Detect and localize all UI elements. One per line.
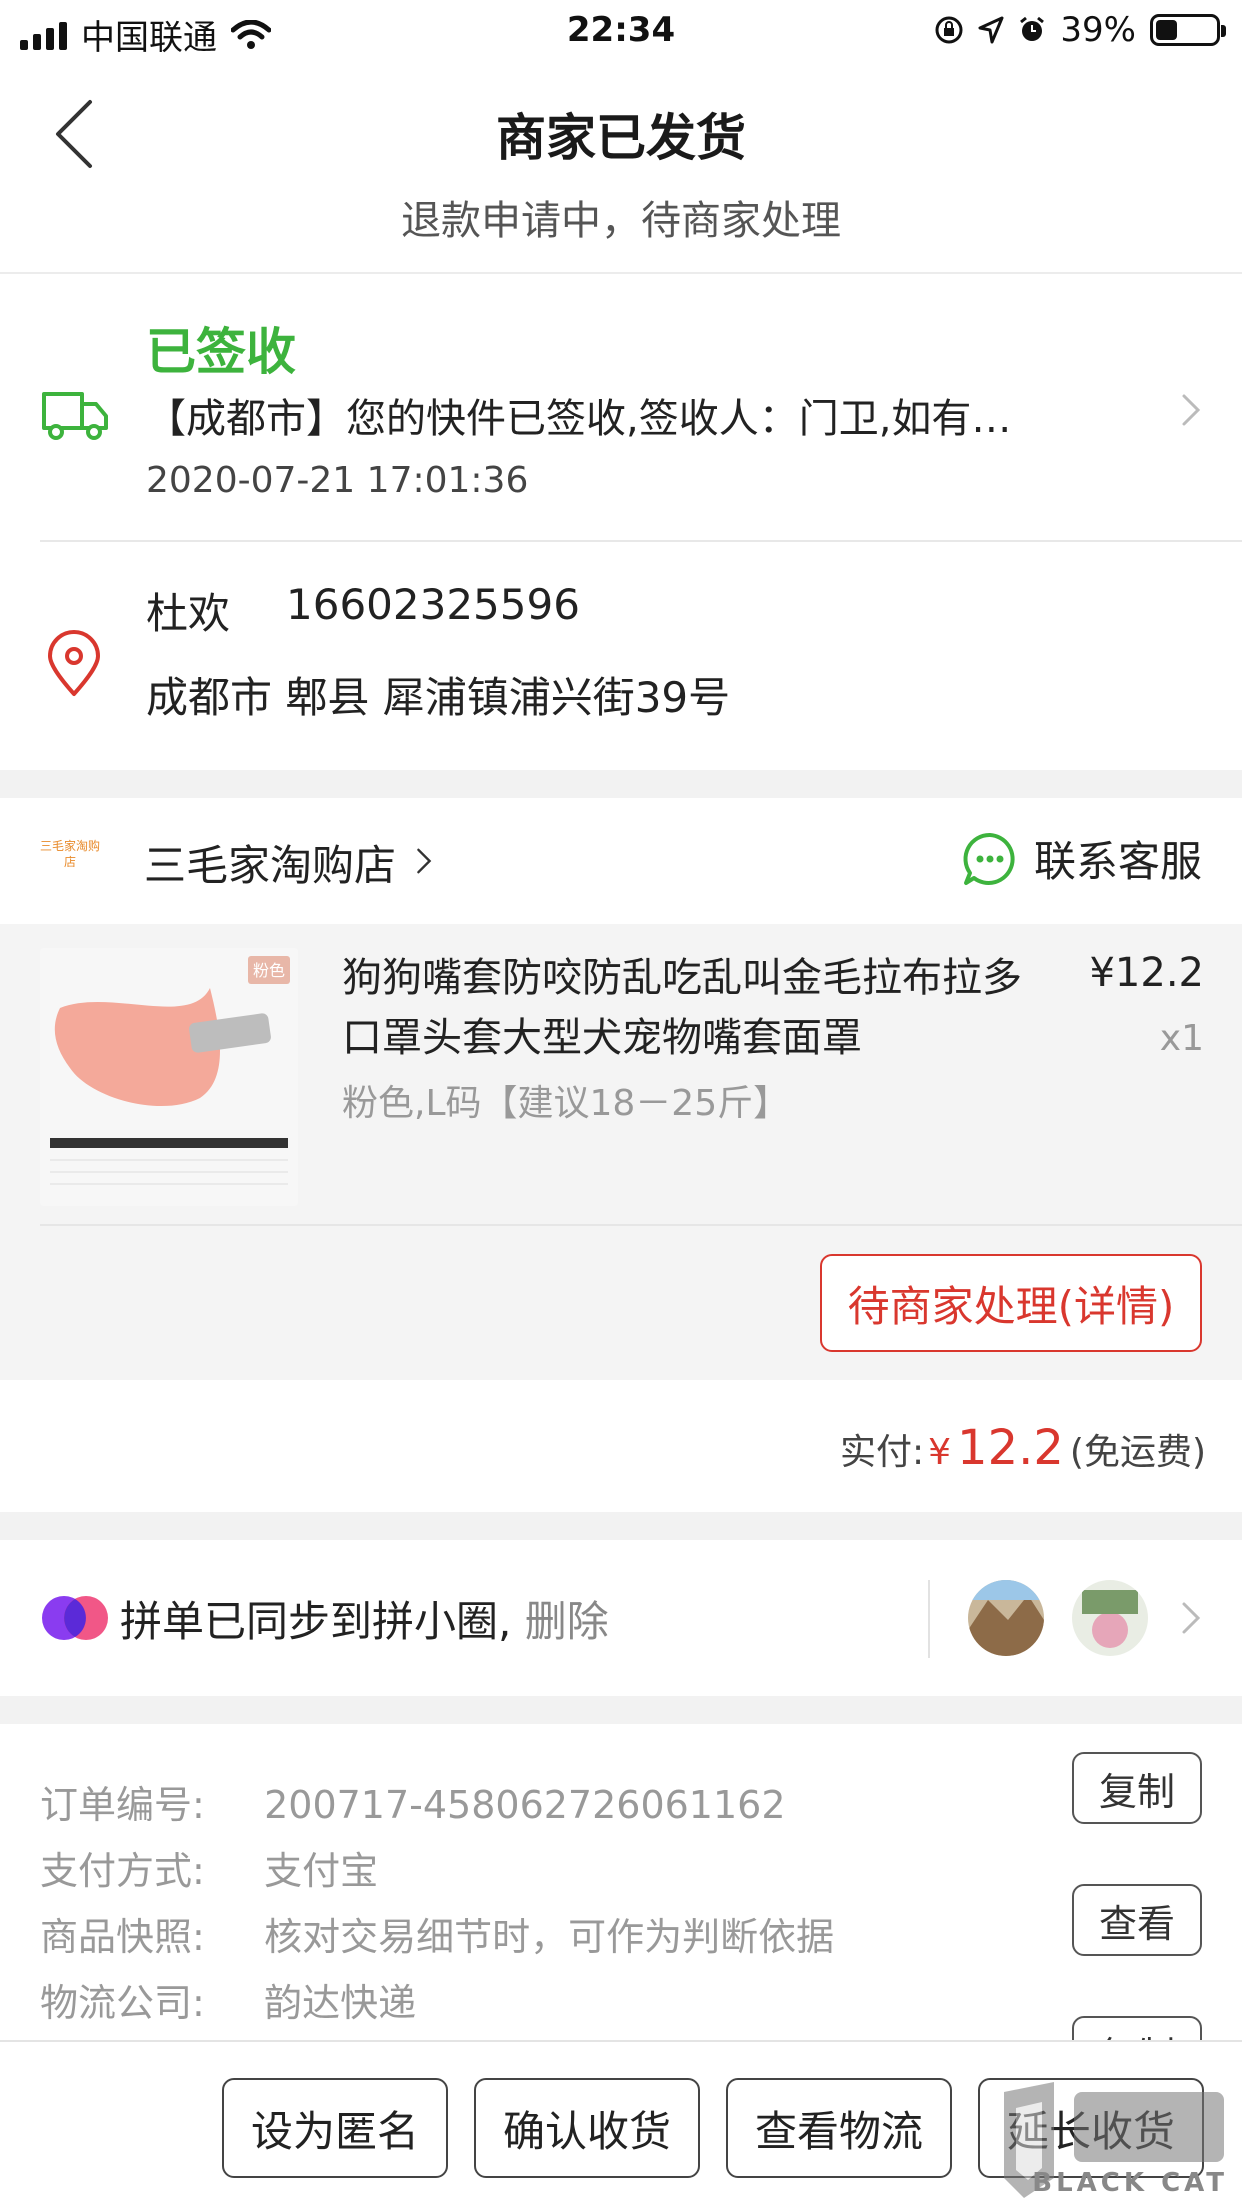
anonymous-button[interactable]: 设为匿名	[222, 2078, 448, 2178]
payment-row: 实付: ¥ 12.2 (免运费)	[840, 1420, 1206, 1476]
store-row: 三毛家淘购店 三毛家淘购店 联系客服	[0, 798, 1242, 924]
page-title: 商家已发货	[496, 109, 746, 167]
section-gap	[0, 1696, 1242, 1724]
store-logo: 三毛家淘购店	[40, 839, 101, 869]
product-image: 粉色	[40, 948, 298, 1206]
payment-method-row: 支付方式: 支付宝	[40, 1840, 378, 1895]
avatar[interactable]	[1072, 1580, 1148, 1656]
product-spec: 粉色,L码【建议18－25斤】	[342, 1083, 790, 1124]
chevron-right-icon	[1182, 394, 1201, 426]
page-subtitle: 退款申请中，待商家处理	[401, 198, 841, 244]
nav-header: 商家已发货 退款申请中，待商家处理	[0, 62, 1242, 274]
status-bar-right: 39%	[934, 10, 1226, 50]
courier-row: 物流公司: 韵达快递	[40, 1972, 416, 2027]
watermark-text: BLACK CAT	[1032, 2168, 1228, 2198]
logistics-status: 已签收	[146, 323, 296, 381]
group-delete-link[interactable]: 删除	[525, 1597, 609, 1646]
product-quantity: x1	[1159, 1018, 1204, 1059]
chevron-right-icon[interactable]	[412, 844, 436, 878]
order-number-label: 订单编号:	[40, 1783, 205, 1827]
refund-detail-button[interactable]: 待商家处理(详情)	[820, 1254, 1202, 1352]
view-logistics-button[interactable]: 查看物流	[726, 2078, 952, 2178]
store-name[interactable]: 三毛家淘购店	[144, 832, 396, 893]
snapshot-row: 商品快照: 核对交易细节时，可作为判断依据	[40, 1906, 834, 1961]
logistics-description: 【成都市】您的快件已签收,签收人：门卫,如有…	[146, 396, 1012, 442]
divider	[40, 1224, 1242, 1226]
alarm-icon	[1020, 16, 1045, 41]
order-number-value: 200717-458062726061162	[264, 1783, 786, 1827]
snapshot-label: 商品快照:	[40, 1915, 205, 1959]
address-card: 杜欢 16602325596 成都市 郫县 犀浦镇浦兴街39号	[0, 544, 1242, 770]
payment-amount: 12.2	[957, 1420, 1064, 1476]
truck-icon	[42, 392, 108, 440]
avatar[interactable]	[968, 1580, 1044, 1656]
group-circle-icon	[42, 1596, 108, 1640]
payment-method-value: 支付宝	[264, 1849, 379, 1893]
section-gap	[0, 1512, 1242, 1540]
order-number-row: 订单编号: 200717-458062726061162	[40, 1774, 786, 1829]
courier-label: 物流公司:	[40, 1981, 205, 2025]
copy-order-button[interactable]: 复制	[1072, 1752, 1202, 1824]
location-icon	[978, 16, 1004, 44]
group-share-row[interactable]: 拼单已同步到拼小圈, 删除	[0, 1540, 1242, 1696]
status-bar: 中国联通 22:34 39%	[0, 0, 1242, 62]
battery-percent: 39%	[1060, 10, 1136, 50]
product-thumbnail[interactable]: 粉色	[40, 948, 298, 1206]
product-card[interactable]: 粉色 狗狗嘴套防咬防乱吃乱叫金毛拉布拉多口罩头套大型犬宠物嘴套面罩 ¥12.2 …	[0, 924, 1242, 1380]
payment-label: 实付:	[839, 1432, 925, 1473]
logistics-time: 2020-07-21 17:01:36	[146, 460, 529, 501]
logistics-card[interactable]: 已签收 【成都市】您的快件已签收,签收人：门卫,如有… 2020-07-21 1…	[0, 276, 1242, 542]
recipient-name: 杜欢	[146, 589, 231, 638]
group-share-label: 拼单已同步到拼小圈,	[120, 1597, 512, 1646]
contact-service-button[interactable]: 联系客服	[962, 828, 1202, 889]
bottom-action-bar: 设为匿名 确认收货 查看物流 延长收货 BLACK CAT	[0, 2040, 1242, 2208]
chat-bubble-icon	[963, 832, 1015, 885]
section-gap	[0, 770, 1242, 798]
group-share-text: 拼单已同步到拼小圈, 删除	[120, 1588, 609, 1649]
snapshot-value: 核对交易细节时，可作为判断依据	[264, 1915, 835, 1959]
battery-icon	[1150, 14, 1226, 46]
payment-method-label: 支付方式:	[40, 1849, 205, 1893]
shipping-note: (免运费)	[1069, 1432, 1206, 1473]
product-title: 狗狗嘴套防咬防乱吃乱叫金毛拉布拉多口罩头套大型犬宠物嘴套面罩	[342, 955, 1022, 1061]
recipient-address: 成都市 郫县 犀浦镇浦兴街39号	[146, 673, 731, 722]
rotation-lock-icon	[935, 16, 963, 44]
payment-summary: 实付: ¥ 12.2 (免运费)	[0, 1380, 1242, 1512]
payment-currency: ¥	[928, 1432, 952, 1473]
recipient-phone: 16602325596	[286, 580, 580, 629]
divider	[928, 1580, 930, 1658]
chevron-right-icon	[1182, 1602, 1201, 1634]
confirm-receipt-button[interactable]: 确认收货	[474, 2078, 700, 2178]
location-pin-icon	[48, 630, 100, 696]
view-snapshot-button[interactable]: 查看	[1072, 1884, 1202, 1956]
contact-service-label: 联系客服	[1033, 837, 1202, 886]
product-price: ¥12.2	[1089, 950, 1204, 996]
courier-value: 韵达快递	[264, 1981, 417, 2025]
order-info: 订单编号: 200717-458062726061162 复制 支付方式: 支付…	[0, 1724, 1242, 2044]
divider	[40, 540, 1242, 542]
thumb-badge: 粉色	[253, 961, 285, 980]
